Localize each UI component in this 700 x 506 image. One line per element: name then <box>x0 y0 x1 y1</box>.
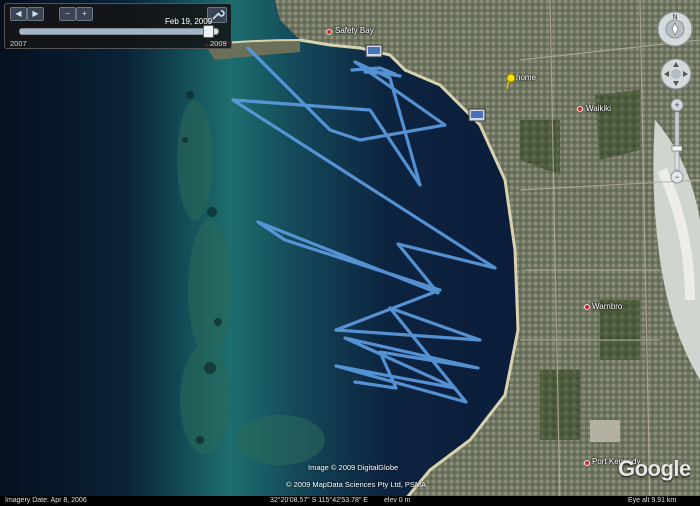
time-slider-fill <box>20 29 209 34</box>
eye-altitude: Eye alt 9.91 km <box>628 497 677 504</box>
mapdata-copyright: © 2009 MapData Sciences Pty Ltd, PSMA <box>286 480 427 489</box>
rewind-icon[interactable]: ◀ <box>10 7 27 21</box>
label-safety-bay[interactable]: Safety Bay <box>335 26 374 35</box>
label-home[interactable]: home <box>516 73 536 82</box>
end-year: 2009 <box>210 39 227 48</box>
zoom-slider[interactable]: + − <box>670 98 684 184</box>
pointer-coordinates: 32°20'08.57" S 115°42'53.78" E <box>270 497 368 504</box>
zoom-out-icon[interactable]: − <box>59 7 76 21</box>
google-logo: Google <box>618 456 691 481</box>
start-year: 2007 <box>10 39 27 48</box>
svg-text:N: N <box>672 14 677 21</box>
pointer-elevation: elev 0 m <box>384 497 411 504</box>
imagery-date: Imagery Date: Apr 8, 2006 <box>5 497 87 504</box>
time-slider-panel: ◀ ▶ − + Feb 19, 2009 2007 2009 <box>4 3 232 49</box>
photo-icon <box>468 108 486 122</box>
svg-text:−: − <box>674 172 679 182</box>
time-slider-track[interactable] <box>19 25 219 38</box>
status-bar: Imagery Date: Apr 8, 2006 32°20'08.57" S… <box>0 496 700 506</box>
pan-icon[interactable] <box>660 58 692 90</box>
satellite-map[interactable] <box>0 0 700 506</box>
svg-text:+: + <box>674 100 679 110</box>
compass-icon[interactable]: N <box>656 10 694 48</box>
time-slider-thumb[interactable] <box>203 25 215 38</box>
imagery-copyright: Image © 2009 DigitalGlobe <box>308 463 399 472</box>
label-waikiki[interactable]: Waikiki <box>586 104 611 113</box>
play-icon[interactable]: ▶ <box>27 7 44 21</box>
label-warnbro[interactable]: Warnbro <box>592 302 622 311</box>
photo-icon <box>365 44 383 58</box>
zoom-in-icon[interactable]: + <box>76 7 93 21</box>
